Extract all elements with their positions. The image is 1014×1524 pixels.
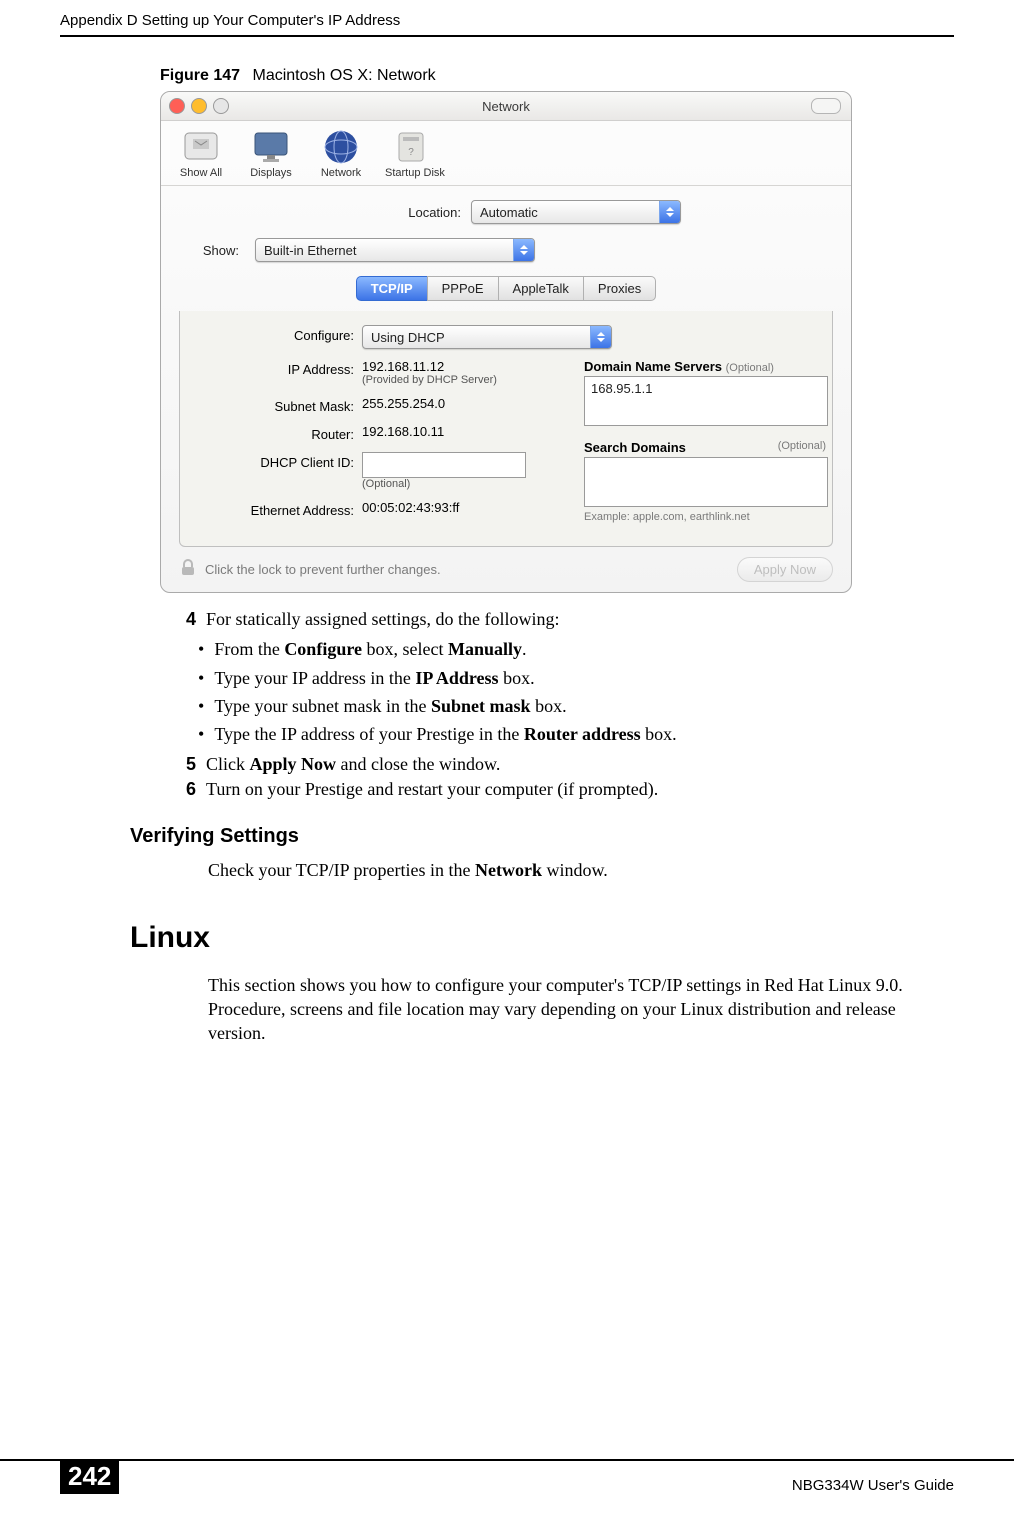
toolbar-startup-disk-label: Startup Disk xyxy=(385,167,445,179)
toolbar-displays[interactable]: Displays xyxy=(245,127,297,179)
toolbar-displays-label: Displays xyxy=(245,167,297,179)
tab-proxies[interactable]: Proxies xyxy=(583,276,656,301)
dhcp-client-id-input[interactable] xyxy=(362,452,526,478)
startup-disk-icon: ? xyxy=(385,127,437,167)
tcpip-pane: Configure: Using DHCP IP Address: 192.16… xyxy=(179,311,833,547)
toolbar: Show All Displays Network ? Startup Disk xyxy=(161,121,851,186)
lock-icon[interactable] xyxy=(179,559,197,580)
router-label: Router: xyxy=(194,424,362,442)
show-value: Built-in Ethernet xyxy=(264,243,357,258)
guide-name: NBG334W User's Guide xyxy=(792,1471,954,1494)
subnet-mask-value: 255.255.254.0 xyxy=(362,396,445,411)
location-popup[interactable]: Automatic xyxy=(471,200,681,224)
search-domains-input[interactable] xyxy=(584,457,828,507)
configure-value: Using DHCP xyxy=(371,330,445,345)
router-value: 192.168.10.11 xyxy=(362,424,444,439)
dhcp-client-id-label: DHCP Client ID: xyxy=(194,452,362,470)
toolbar-startup-disk[interactable]: ? Startup Disk xyxy=(385,127,445,179)
ip-address-value: 192.168.11.12 xyxy=(362,359,497,374)
toolbar-show-all[interactable]: Show All xyxy=(175,127,227,179)
search-domains-header: Search Domains xyxy=(584,440,686,455)
verifying-head: Verifying Settings xyxy=(130,823,954,850)
tab-pppoe[interactable]: PPPoE xyxy=(427,276,498,301)
step-4-number: 4 xyxy=(170,607,196,631)
page-number: 242 xyxy=(60,1459,119,1494)
lock-text: Click the lock to prevent further change… xyxy=(205,562,441,577)
ip-address-label: IP Address: xyxy=(194,359,362,377)
chevron-updown-icon xyxy=(659,201,680,223)
window-title: Network xyxy=(482,99,530,114)
step-4-bullet-2: Type your IP address in the IP Address b… xyxy=(198,666,954,690)
network-icon xyxy=(315,127,367,167)
linux-para: This section shows you how to configure … xyxy=(208,973,954,1046)
step-4-bullet-1: From the Configure box, select Manually. xyxy=(198,637,954,661)
close-icon[interactable] xyxy=(169,98,185,114)
show-popup[interactable]: Built-in Ethernet xyxy=(255,238,535,262)
step-5-number: 5 xyxy=(170,752,196,776)
configure-label: Configure: xyxy=(194,325,362,343)
step-5-text: Click Apply Now and close the window. xyxy=(206,752,954,776)
running-head: Appendix D Setting up Your Computer's IP… xyxy=(60,12,954,37)
figure-label: Figure 147 xyxy=(160,67,240,84)
subnet-mask-label: Subnet Mask: xyxy=(194,396,362,414)
ethernet-address-label: Ethernet Address: xyxy=(194,500,362,518)
step-4-bullet-4: Type the IP address of your Prestige in … xyxy=(198,722,954,746)
apply-now-button[interactable]: Apply Now xyxy=(737,557,833,582)
step-4-text: For statically assigned settings, do the… xyxy=(206,607,954,631)
figure-caption: Figure 147 Macintosh OS X: Network xyxy=(160,67,954,85)
tab-tcpip[interactable]: TCP/IP xyxy=(356,276,427,301)
location-label: Location: xyxy=(331,205,461,220)
step-6-number: 6 xyxy=(170,777,196,801)
dns-value: 168.95.1.1 xyxy=(591,381,652,396)
figure-title: Macintosh OS X: Network xyxy=(252,67,435,84)
svg-text:?: ? xyxy=(408,147,414,158)
ip-address-sub: (Provided by DHCP Server) xyxy=(362,374,497,386)
linux-head: Linux xyxy=(130,918,954,959)
displays-icon xyxy=(245,127,297,167)
chevron-updown-icon xyxy=(590,326,611,348)
verifying-text: Check your TCP/IP properties in the Netw… xyxy=(208,858,954,882)
minimize-icon[interactable] xyxy=(191,98,207,114)
step-4-bullet-3: Type your subnet mask in the Subnet mask… xyxy=(198,694,954,718)
show-label: Show: xyxy=(179,243,239,258)
zoom-icon[interactable] xyxy=(213,98,229,114)
macos-network-window: Network Show All Displays Network xyxy=(160,91,852,593)
toolbar-show-all-label: Show All xyxy=(175,167,227,179)
traffic-lights xyxy=(169,98,229,114)
dns-input[interactable]: 168.95.1.1 xyxy=(584,376,828,426)
search-domains-example: Example: apple.com, earthlink.net xyxy=(584,511,828,523)
toolbar-network-label: Network xyxy=(315,167,367,179)
dhcp-client-id-sub: (Optional) xyxy=(362,478,526,490)
location-value: Automatic xyxy=(480,205,538,220)
step-6-text: Turn on your Prestige and restart your c… xyxy=(206,777,954,801)
configure-popup[interactable]: Using DHCP xyxy=(362,325,612,349)
toolbar-network[interactable]: Network xyxy=(315,127,367,179)
toolbar-toggle-button[interactable] xyxy=(811,98,841,114)
dns-optional: (Optional) xyxy=(726,362,774,374)
dns-header: Domain Name Servers xyxy=(584,359,722,374)
tab-bar: TCP/IP PPPoE AppleTalk Proxies xyxy=(161,276,851,301)
tab-appletalk[interactable]: AppleTalk xyxy=(498,276,583,301)
window-titlebar: Network xyxy=(161,92,851,121)
chevron-updown-icon xyxy=(513,239,534,261)
ethernet-address-value: 00:05:02:43:93:ff xyxy=(362,500,459,515)
show-all-icon xyxy=(175,127,227,167)
search-domains-optional: (Optional) xyxy=(778,440,826,452)
